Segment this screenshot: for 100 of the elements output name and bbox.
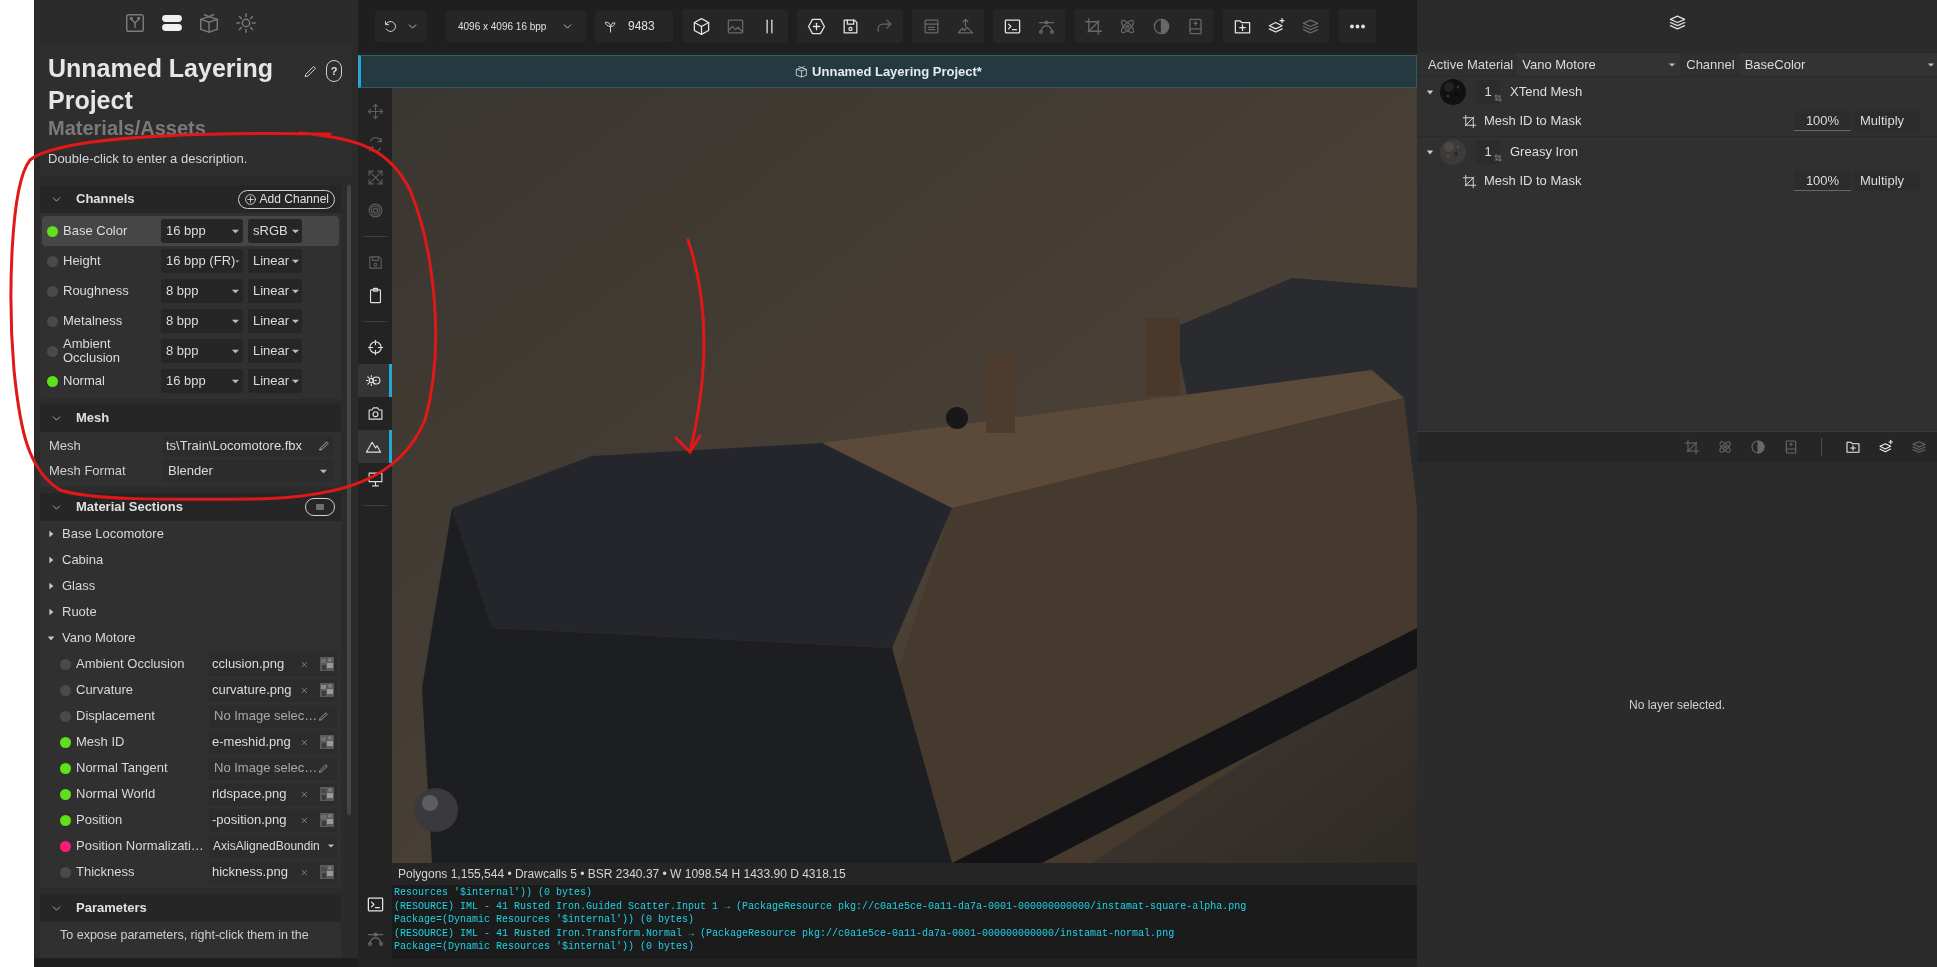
layers-plus-icon[interactable]	[1877, 439, 1894, 455]
section-item[interactable]: Base Locomotore	[40, 521, 341, 547]
caret-icon	[327, 842, 335, 850]
format-dropdown[interactable]: 8 bpp	[161, 279, 243, 303]
file-name: -position.png	[212, 811, 288, 830]
collapse-triangle-icon[interactable]	[1426, 147, 1434, 156]
undo-icon[interactable]	[383, 18, 398, 34]
format-dropdown[interactable]: 16 bpp	[161, 219, 243, 243]
close-icon[interactable]	[300, 659, 309, 669]
layers-plus-icon[interactable]	[1266, 16, 1286, 36]
section-header[interactable]: Channels Add Channel	[40, 185, 341, 213]
image-field[interactable]: e-meshid.png	[209, 730, 337, 754]
console-line: (RESOURCE) IML - 41 Rusted Iron.Guided Scatter.Input 1 → (PackageResource pkg://c0a1e5ce-0a11-da7a-0001-000000000000/instamat-square-alpha.png	[394, 899, 1248, 913]
close-icon[interactable]	[300, 815, 309, 825]
format-dropdown[interactable]: 16 bpp	[161, 369, 243, 393]
seed-field[interactable]: 9483	[595, 10, 673, 42]
section-header[interactable]: Material Sections	[40, 493, 341, 521]
layers-icon[interactable]	[1667, 13, 1687, 32]
section-header[interactable]: Parameters	[40, 894, 341, 922]
crop-icon	[1494, 93, 1502, 102]
image-field[interactable]: curvature.png	[209, 678, 337, 702]
close-icon[interactable]	[300, 685, 309, 695]
channel-dropdown[interactable]: BaseColor	[1739, 53, 1937, 76]
close-icon[interactable]	[300, 789, 309, 799]
expand-triangle-icon[interactable]	[47, 608, 55, 616]
image-field[interactable]: hickness.png	[209, 860, 337, 884]
layer-row[interactable]: Mesh ID to Mask 100% Multiply	[1417, 106, 1937, 136]
colorspace-dropdown[interactable]: Linear	[248, 339, 302, 363]
pencil-icon[interactable]	[318, 440, 330, 452]
list-icon[interactable]	[160, 12, 183, 34]
colorspace-dropdown[interactable]: Linear	[248, 369, 302, 393]
image-field[interactable]: -position.png	[209, 808, 337, 832]
option-dropdown[interactable]: AxisAlignedBoundin	[209, 834, 337, 858]
image-field[interactable]: No Image selec…	[209, 704, 337, 728]
blend-mode-dropdown[interactable]: Multiply	[1854, 171, 1920, 191]
pencil-icon[interactable]	[318, 710, 329, 722]
colorspace-dropdown[interactable]: Linear	[248, 309, 302, 333]
cube-icon[interactable]	[691, 16, 711, 36]
image-field[interactable]: No Image selec…	[209, 756, 337, 780]
colorspace-dropdown[interactable]: Linear	[248, 249, 302, 273]
layer-row[interactable]: Mesh ID to Mask 100% Multiply	[1417, 166, 1937, 196]
format-dropdown[interactable]: 8 bpp	[161, 339, 243, 363]
plus-circle-icon	[243, 192, 257, 206]
colorspace-dropdown[interactable]: Linear	[248, 279, 302, 303]
opacity-field[interactable]: 100%	[1794, 111, 1851, 131]
presentation-icon	[366, 471, 384, 488]
save-icon	[366, 254, 384, 271]
colorspace-dropdown[interactable]: sRGB	[248, 219, 302, 243]
layer-row[interactable]: 1 Greasy Iron	[1417, 136, 1937, 166]
section-item[interactable]: Cabina	[40, 547, 341, 573]
folder-plus-icon[interactable]	[1844, 439, 1861, 455]
file-name: e-meshid.png	[212, 733, 292, 752]
boxes-icon[interactable]	[197, 12, 220, 34]
graph-icon[interactable]	[123, 12, 146, 34]
collapse-triangle-icon[interactable]	[47, 634, 55, 642]
project-description[interactable]: Double-click to enter a description.	[48, 149, 344, 169]
expand-triangle-icon[interactable]	[47, 556, 55, 564]
console-line: Package=(Dynamic Resources '$internal')) (0 bytes)	[394, 913, 696, 927]
tool-button[interactable]	[358, 430, 392, 463]
blend-mode-dropdown[interactable]: Multiply	[1854, 111, 1920, 131]
section-item[interactable]: Glass	[40, 573, 341, 599]
section-name: Vano Motore	[62, 629, 136, 648]
section-item[interactable]: Ruote	[40, 599, 341, 625]
section-item[interactable]: Vano Motore	[40, 625, 341, 651]
layer-name: Mesh ID to Mask	[1484, 112, 1582, 131]
crop-icon	[1462, 173, 1477, 189]
close-icon[interactable]	[300, 737, 309, 747]
field-label: Active Material	[1428, 55, 1514, 74]
channel-row[interactable]: Base Color 16 bpp sRGB	[42, 216, 339, 246]
format-dropdown[interactable]: 16 bpp (FR)	[161, 249, 243, 273]
pencil-icon[interactable]	[318, 762, 329, 774]
material-dropdown[interactable]: Vano Motore	[1517, 53, 1681, 76]
format-dropdown[interactable]: Blender	[163, 460, 333, 482]
collapse-triangle-icon[interactable]	[1426, 87, 1434, 96]
layer-row[interactable]: 1 XTend Mesh	[1417, 76, 1937, 106]
section-header[interactable]: Mesh	[40, 404, 341, 432]
settings-icon[interactable]	[234, 12, 257, 34]
image-field[interactable]: cclusion.png	[209, 652, 337, 676]
layer-name: XTend Mesh	[1510, 82, 1583, 101]
file-name: rldspace.png	[212, 785, 288, 804]
add-icon[interactable]	[806, 16, 826, 36]
crosshair-icon	[366, 339, 384, 356]
layer-name: Greasy Iron	[1510, 142, 1578, 161]
pencil-icon[interactable]	[303, 63, 318, 79]
project-path: Materials/Assets	[48, 116, 207, 140]
section-title: Parameters	[76, 899, 147, 918]
image-field[interactable]: rldspace.png	[209, 782, 337, 806]
opacity-field[interactable]: 100%	[1794, 171, 1851, 191]
gear-icon	[365, 372, 382, 389]
input-name: Normal Tangent	[76, 759, 169, 778]
tool-button[interactable]	[358, 364, 392, 397]
resolution-dropdown[interactable]: 4096 x 4096 16 bpp	[446, 10, 586, 42]
expand-triangle-icon[interactable]	[47, 530, 55, 538]
console-line: Resources '$internal')) (0 bytes)	[394, 886, 594, 900]
file-field[interactable]: ts\Train\Locomotore.fbx	[163, 435, 333, 457]
close-icon[interactable]	[300, 867, 309, 877]
file-name: cclusion.png	[212, 655, 286, 674]
scale-icon	[366, 169, 384, 186]
expand-triangle-icon[interactable]	[47, 582, 55, 590]
format-dropdown[interactable]: 8 bpp	[161, 309, 243, 333]
